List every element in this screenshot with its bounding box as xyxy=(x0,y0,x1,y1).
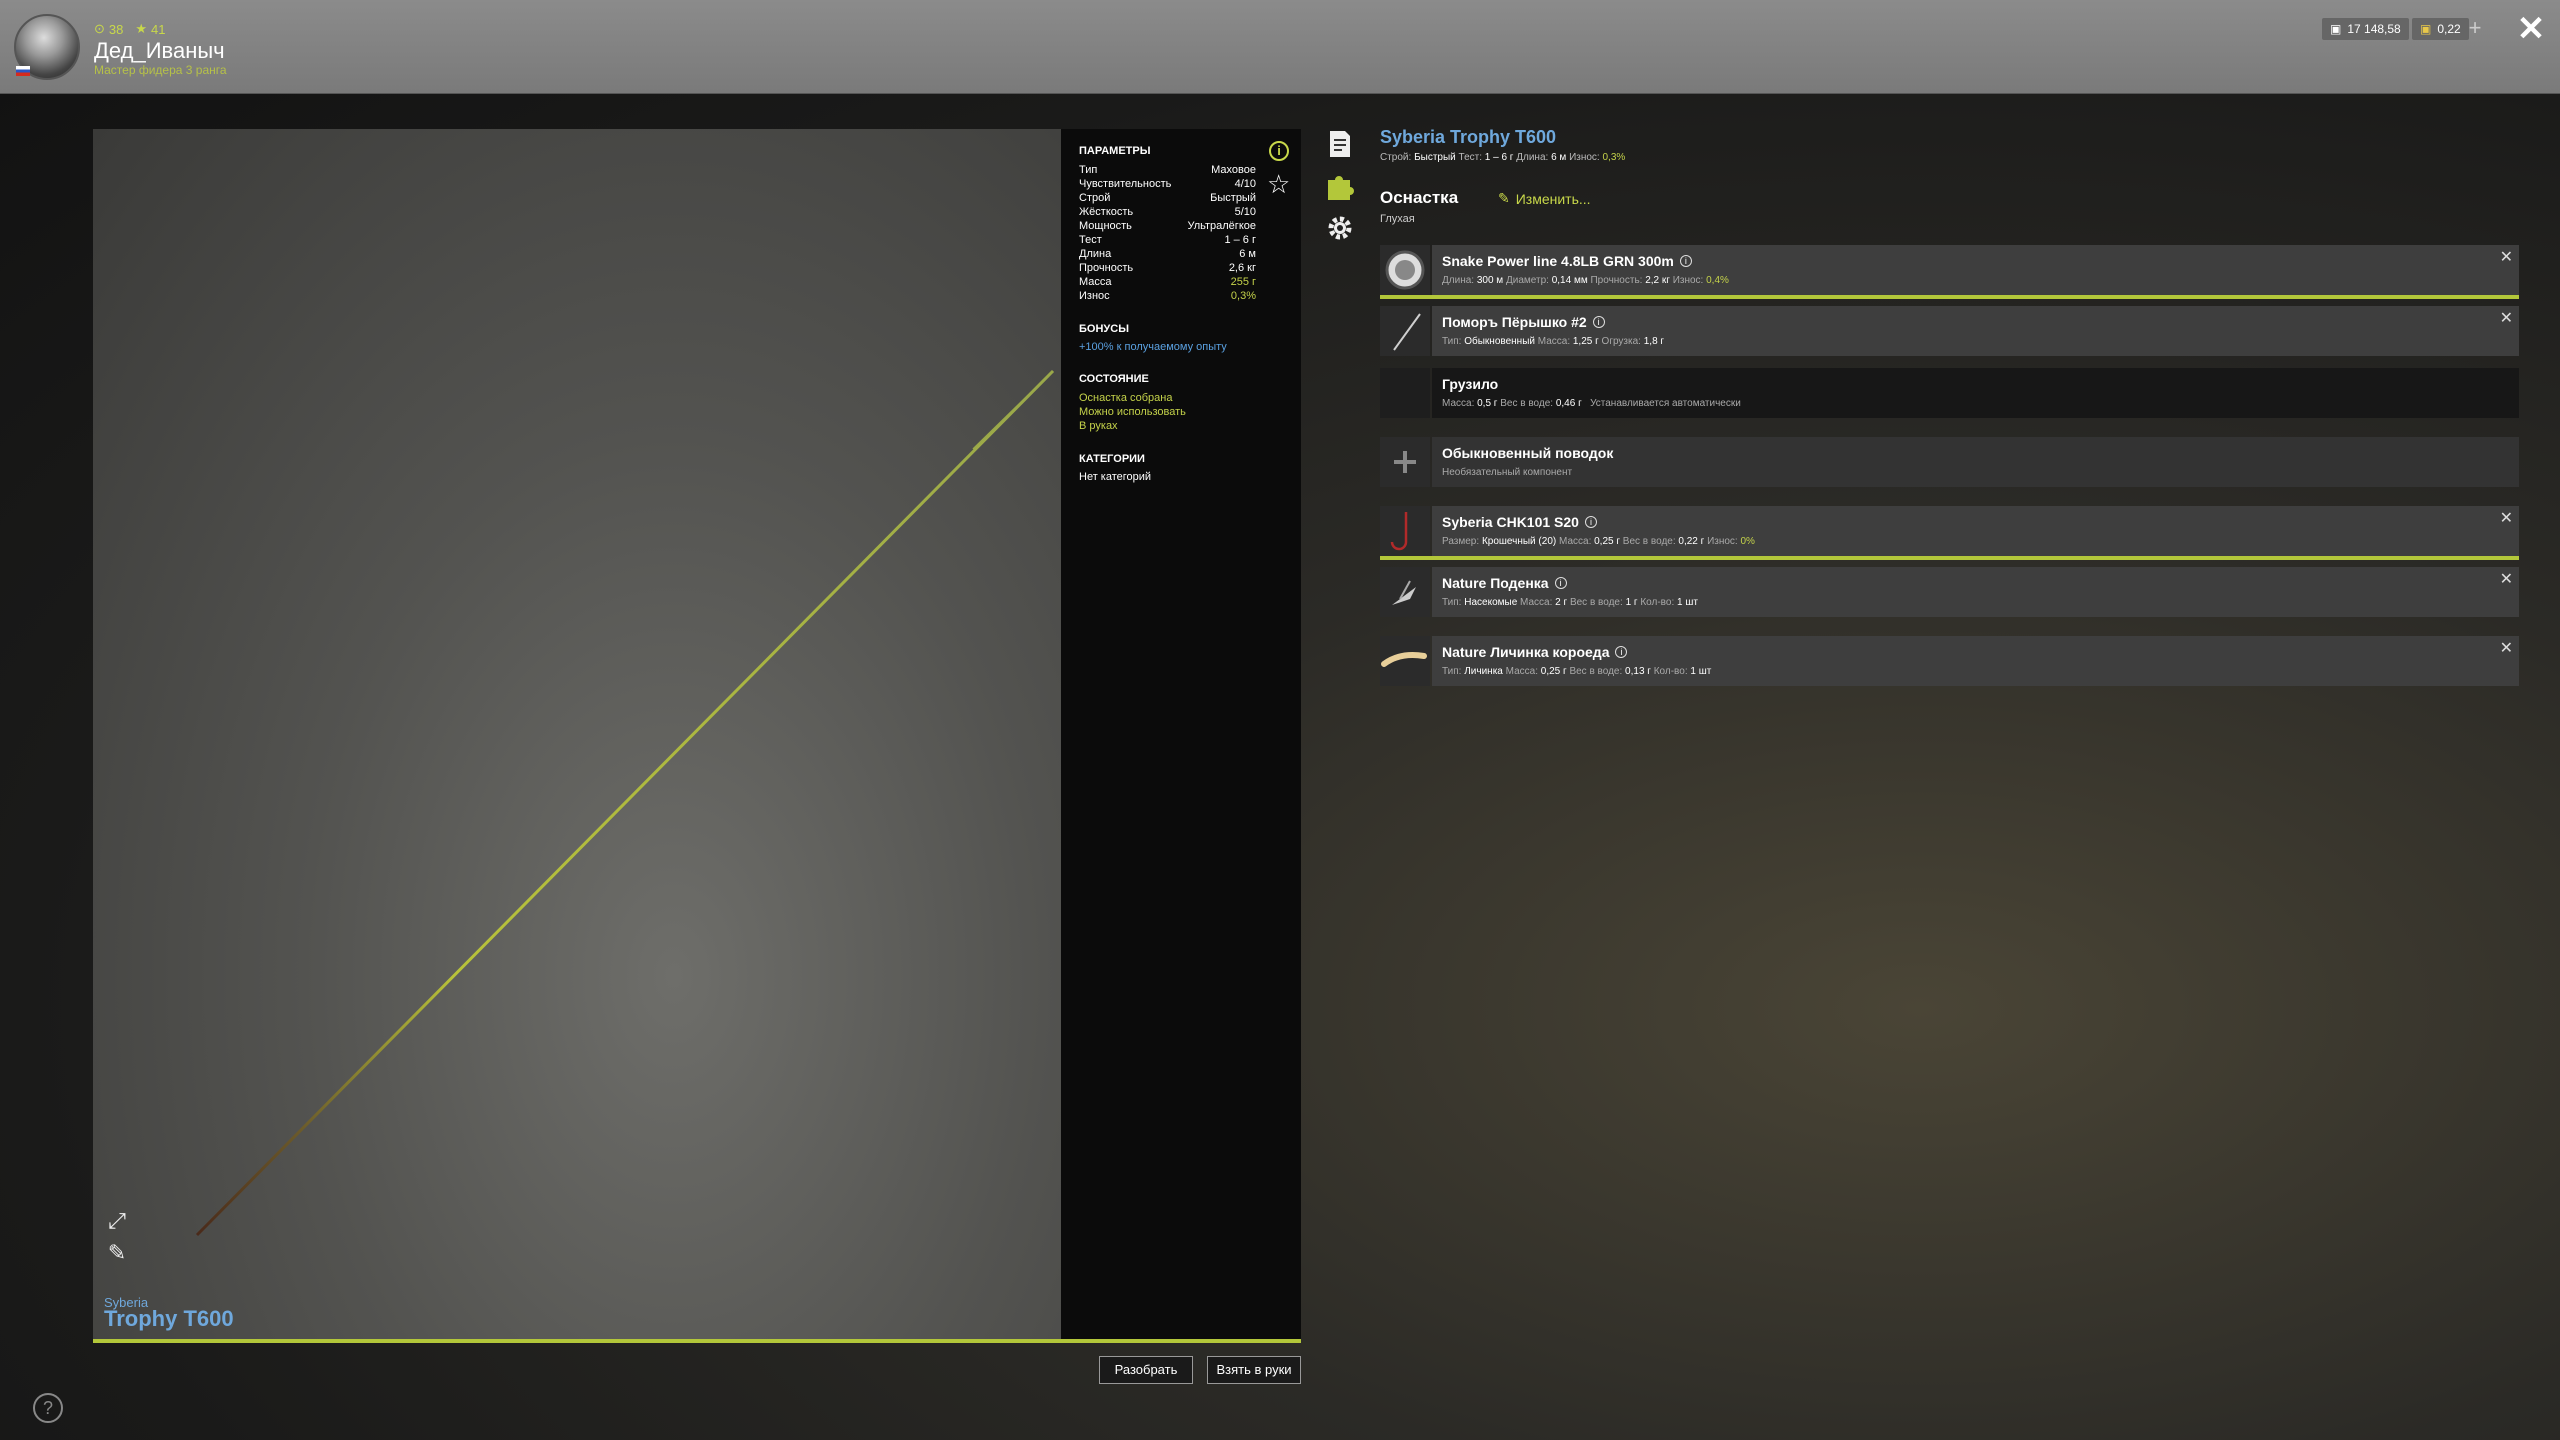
larva-icon xyxy=(1380,636,1430,686)
slot-name: Snake Power line 4.8LB GRN 300m xyxy=(1442,253,1674,269)
rig-type: Глухая xyxy=(1380,213,1415,225)
slot-float[interactable]: Поморъ Пёрышко #2 i Тип: Обыкновенный Мас… xyxy=(1380,306,2519,356)
expand-icon[interactable]: ⤢ xyxy=(103,1207,131,1235)
info-icon[interactable]: i xyxy=(1592,316,1605,328)
slot-hook[interactable]: Syberia CHK101 S20 i Размер: Крошечный (2… xyxy=(1380,506,2519,560)
player-stats: ⊙ 38 ★ 41 xyxy=(94,21,166,37)
remove-icon[interactable]: ✕ xyxy=(2500,638,2513,658)
player-rank: Мастер фидера 3 ранга xyxy=(94,63,227,77)
take-in-hands-button[interactable]: Взять в руки xyxy=(1207,1356,1301,1384)
state-line: Можно использовать xyxy=(1079,406,1186,418)
slot-name: Поморъ Пёрышко #2 xyxy=(1442,314,1587,330)
slot-meta: Размер: Крошечный (20) Масса: 0,25 г Вес… xyxy=(1442,536,1755,547)
slot-bait[interactable]: Nature Личинка короеда i Тип: Личинка Мас… xyxy=(1380,636,2519,686)
slot-sinker[interactable]: Грузило Масса: 0,5 г Вес в воде: 0,46 г … xyxy=(1380,368,2519,418)
slot-leader[interactable]: Обыкновенный поводок Необязательный комп… xyxy=(1380,437,2519,487)
star-icon[interactable]: ☆ xyxy=(1267,169,1290,200)
param-row: Масса 255 г xyxy=(1079,276,1256,288)
param-row: Строй Быстрый xyxy=(1079,192,1256,204)
state-line: Оснастка собрана xyxy=(1079,392,1173,404)
tackle-title: Syberia Trophy T600 xyxy=(1380,127,1557,147)
slot-meta: Длина: 300 м Диаметр: 0,14 мм Прочность:… xyxy=(1442,275,1729,286)
level-stat: ★ 41 xyxy=(135,21,166,37)
gold-icon: ▣ xyxy=(2420,22,2432,36)
remove-icon[interactable]: ✕ xyxy=(2500,508,2513,528)
silver-currency: ▣ 17 148,58 xyxy=(2322,18,2409,40)
state-line: В руках xyxy=(1079,420,1118,432)
level-icon: ★ xyxy=(135,21,148,36)
line-spool-icon xyxy=(1380,245,1430,295)
remove-icon[interactable]: ✕ xyxy=(2500,569,2513,589)
mayfly-icon xyxy=(1380,567,1430,617)
info-icon[interactable]: i xyxy=(1584,516,1597,528)
info-panel: i ☆ ПАРАМЕТРЫ Тип Маховое Чувствительност… xyxy=(1061,129,1301,1339)
params-title: ПАРАМЕТРЫ xyxy=(1079,145,1151,157)
bonus-title: БОНУСЫ xyxy=(1079,323,1129,335)
preview-progress-bar xyxy=(93,1339,1301,1343)
coin-icon: ⊙ xyxy=(94,21,105,36)
top-bar: ⊙ 38 ★ 41 Дед_Иваныч Мастер фидера 3 ранга… xyxy=(0,0,2560,94)
close-icon[interactable]: ✕ xyxy=(2514,12,2548,46)
categories-title: КАТЕГОРИИ xyxy=(1079,453,1145,465)
disassemble-button[interactable]: Разобрать xyxy=(1099,1356,1193,1384)
param-row: Прочность 2,6 кг xyxy=(1079,262,1256,274)
state-title: СОСТОЯНИЕ xyxy=(1079,373,1149,385)
bonus-text: +100% к получаемому опыту xyxy=(1079,341,1227,353)
param-row: Тест 1 – 6 г xyxy=(1079,234,1256,246)
param-row: Чувствительность 4/10 xyxy=(1079,178,1256,190)
coin-stat: ⊙ 38 xyxy=(94,21,124,37)
slot-meta: Необязательный компонент xyxy=(1442,467,1573,478)
info-icon[interactable]: i xyxy=(1554,577,1567,589)
rod-model: Trophy T600 xyxy=(104,1306,234,1331)
gold-currency: ▣ 0,22 xyxy=(2412,18,2469,40)
slot-meta: Тип: Обыкновенный Масса: 1,25 г Огрузка:… xyxy=(1442,336,1665,347)
slot-name: Syberia CHK101 S20 xyxy=(1442,514,1579,530)
slot-meta: Тип: Личинка Масса: 0,25 г Вес в воде: 0… xyxy=(1442,666,1712,677)
rig-title: Оснастка xyxy=(1380,188,1459,207)
line-condition-bar xyxy=(1380,295,2519,299)
country-flag-icon xyxy=(16,66,30,76)
username[interactable]: Дед_Иваныч xyxy=(94,38,225,64)
slot-line[interactable]: Snake Power line 4.8LB GRN 300m i Длина: … xyxy=(1380,245,2519,299)
param-row: Жёсткость 5/10 xyxy=(1079,206,1256,218)
silver-icon: ▣ xyxy=(2330,22,2342,36)
change-rig-button[interactable]: ✎ Изменить... xyxy=(1498,190,1591,207)
add-icon[interactable] xyxy=(1380,437,1430,487)
float-icon xyxy=(1380,306,1430,356)
params-list: Тип Маховое Чувствительность 4/10 Строй Быс… xyxy=(1079,163,1283,303)
gear-icon[interactable] xyxy=(1324,212,1356,244)
slot-meta: Масса: 0,5 г Вес в воде: 0,46 г Устанавл… xyxy=(1442,398,1741,409)
tackle-summary: Строй: Быстрый Тест: 1 – 6 г Длина: 6 м … xyxy=(1380,152,1626,163)
slot-bait[interactable]: Nature Поденка i Тип: Насекомые Масса: 2 … xyxy=(1380,567,2519,617)
slot-meta: Тип: Насекомые Масса: 2 г Вес в воде: 1 … xyxy=(1442,597,1698,608)
slot-name: Nature Поденка xyxy=(1442,575,1549,591)
rod-preview[interactable]: ⤢ ✎ Syberia Trophy T600 xyxy=(93,129,1061,1339)
rod-image xyxy=(195,369,1055,1237)
param-row: Длина 6 м xyxy=(1079,248,1256,260)
puzzle-icon[interactable] xyxy=(1324,170,1356,202)
sinker-icon xyxy=(1380,368,1430,418)
document-icon[interactable] xyxy=(1324,128,1356,160)
hook-condition-bar xyxy=(1380,556,2519,560)
add-currency-button[interactable]: + xyxy=(2464,17,2486,40)
info-icon[interactable]: i xyxy=(1615,646,1628,658)
categories-value: Нет категорий xyxy=(1079,471,1152,483)
slot-name: Грузило xyxy=(1442,376,1499,392)
slot-name: Nature Личинка короеда xyxy=(1442,644,1610,660)
help-icon[interactable]: ? xyxy=(33,1393,63,1423)
slot-name: Обыкновенный поводок xyxy=(1442,445,1614,461)
info-icon[interactable]: i xyxy=(1269,141,1289,161)
pencil-icon[interactable]: ✎ xyxy=(103,1239,131,1267)
info-icon[interactable]: i xyxy=(1679,255,1692,267)
edit-icon: ✎ xyxy=(1498,190,1510,206)
param-row: Износ 0,3% xyxy=(1079,290,1256,302)
remove-icon[interactable]: ✕ xyxy=(2500,247,2513,267)
hook-icon xyxy=(1380,506,1430,556)
param-row: Мощность Ультралёгкое xyxy=(1079,220,1256,232)
remove-icon[interactable]: ✕ xyxy=(2500,308,2513,328)
param-row: Тип Маховое xyxy=(1079,164,1256,176)
